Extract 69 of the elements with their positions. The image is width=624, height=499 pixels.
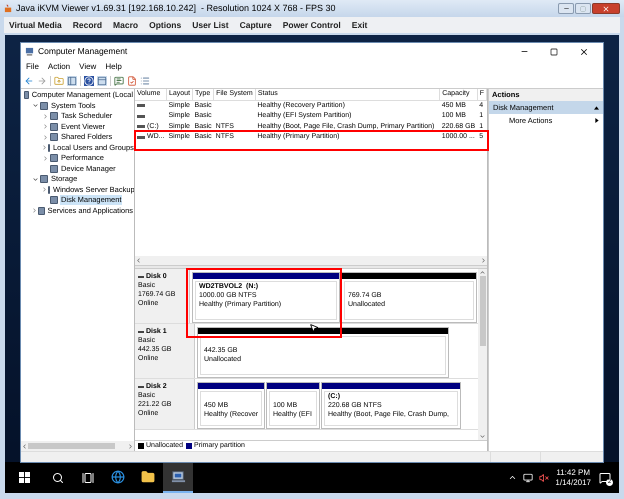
menu-item[interactable]: Capture (240, 18, 272, 32)
node-icon (50, 164, 58, 173)
help-icon[interactable] (84, 76, 94, 86)
notification-icon (599, 472, 611, 484)
list-icon[interactable] (140, 76, 150, 86)
computer-icon (170, 469, 186, 484)
minimize-icon (562, 5, 570, 12)
close-icon (602, 4, 610, 12)
vertical-scrollbar[interactable] (478, 269, 487, 440)
node-icon (50, 112, 58, 120)
search-icon (52, 472, 64, 484)
menu-item[interactable]: Macro (113, 18, 138, 32)
scroll-left-icon[interactable] (21, 442, 28, 450)
menu-item[interactable]: Options (149, 18, 182, 32)
menu-item[interactable]: View (79, 60, 96, 72)
clock-date[interactable]: 1/14/2017 (555, 478, 591, 488)
submenu-triangle-icon (595, 118, 599, 123)
folder-up-icon[interactable] (54, 76, 64, 86)
node-icon (50, 122, 58, 131)
close-button[interactable] (592, 3, 620, 14)
panel-icon[interactable] (67, 76, 77, 86)
scroll-down-icon[interactable] (479, 433, 486, 440)
forward-icon[interactable] (37, 76, 47, 86)
taskbar-app[interactable] (163, 462, 193, 493)
app-icon (25, 47, 34, 56)
network-icon[interactable] (523, 472, 534, 482)
node-icon (24, 91, 29, 100)
comment-icon[interactable] (114, 76, 124, 86)
node-icon (50, 154, 58, 162)
pointer-icon (309, 323, 319, 333)
menu-item[interactable]: Exit (352, 18, 368, 32)
window-title: Java iKVM Viewer v1.69.31 [192.168.10.242] - Resolution 1024 X 768 - FPS 30 (16, 2, 336, 15)
task-view-icon (82, 472, 94, 484)
menu-item[interactable]: Power Control (282, 18, 341, 32)
menu-item[interactable]: Help (105, 60, 122, 72)
maximize-icon (580, 6, 586, 12)
minimize-button[interactable] (558, 3, 574, 14)
scroll-right-icon[interactable] (480, 257, 487, 264)
menu-item[interactable]: User List (192, 18, 229, 32)
tray-overflow-icon[interactable] (508, 473, 518, 482)
scroll-left-icon[interactable] (135, 257, 142, 264)
node-icon (50, 133, 58, 142)
window-title: Computer Management (38, 45, 128, 58)
scrollbar-thumb[interactable] (480, 276, 486, 346)
java-icon (4, 4, 13, 13)
menu-item[interactable]: File (26, 60, 39, 72)
menu-item[interactable]: Virtual Media (9, 18, 62, 32)
close-icon (579, 46, 589, 56)
globe-icon (111, 470, 125, 484)
horizontal-scrollbar[interactable] (21, 441, 134, 451)
folder-icon (141, 470, 155, 484)
scroll-up-icon[interactable] (479, 269, 486, 276)
menu-item[interactable]: Record (72, 18, 102, 32)
node-icon (40, 175, 48, 184)
panel-icon[interactable] (97, 76, 107, 86)
node-icon (38, 206, 45, 215)
scroll-right-icon[interactable] (127, 442, 134, 450)
menu-item[interactable]: Action (48, 60, 70, 72)
volume-muted-icon[interactable] (539, 472, 550, 482)
node-icon (40, 102, 48, 110)
windows-logo-icon (18, 472, 30, 483)
maximize-icon (550, 48, 558, 56)
collapse-triangle-icon (594, 106, 599, 110)
node-icon (50, 196, 58, 204)
check-document-icon[interactable] (127, 76, 137, 86)
horizontal-scrollbar[interactable] (135, 256, 487, 265)
clock-time[interactable]: 11:42 PM (556, 468, 590, 478)
back-icon[interactable] (24, 76, 34, 86)
scrollbar-thumb[interactable] (28, 443, 115, 449)
